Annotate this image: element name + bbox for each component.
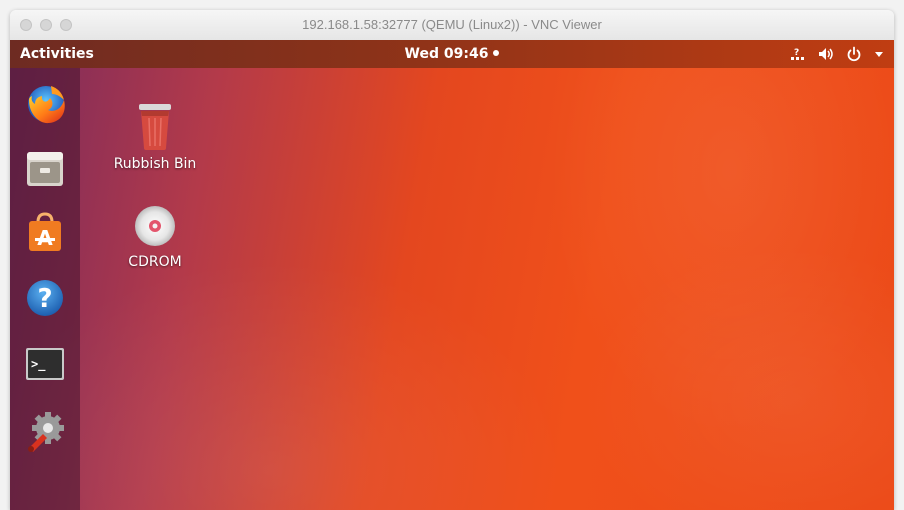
chevron-down-icon[interactable]	[874, 46, 884, 62]
desktop-icon-cdrom[interactable]: CDROM	[105, 202, 205, 270]
window-title: 192.168.1.58:32777 (QEMU (Linux2)) - VNC…	[302, 17, 602, 32]
vnc-title-bar[interactable]: 192.168.1.58:32777 (QEMU (Linux2)) - VNC…	[10, 10, 894, 41]
clock-label: Wed 09:46	[404, 46, 489, 62]
dock-item-software[interactable]: A	[17, 204, 73, 260]
notification-dot-icon	[493, 50, 500, 56]
dock-item-files[interactable]	[17, 140, 73, 196]
power-icon[interactable]	[846, 46, 862, 62]
ubuntu-dock: A ?	[10, 68, 80, 510]
desktop-icon-rubbish-bin[interactable]: Rubbish Bin	[105, 100, 205, 172]
software-icon: A	[29, 212, 61, 251]
desktop-icon-label: CDROM	[128, 254, 182, 270]
desktop-icon-label: Rubbish Bin	[113, 156, 197, 172]
dock-item-help[interactable]: ?	[17, 270, 73, 326]
trash-icon	[139, 104, 171, 150]
terminal-icon: >_	[26, 348, 64, 380]
help-icon: ?	[27, 280, 63, 316]
network-icon[interactable]: ?	[790, 46, 806, 62]
svg-text:?: ?	[37, 284, 52, 314]
svg-text:?: ?	[794, 48, 799, 58]
system-tray[interactable]: ?	[790, 40, 884, 68]
clock-menu[interactable]: Wed 09:46	[10, 40, 894, 68]
dock-item-terminal[interactable]: >_	[17, 336, 73, 392]
gnome-top-bar: Activities Wed 09:46 ?	[10, 40, 894, 68]
vnc-viewer-window: 192.168.1.58:32777 (QEMU (Linux2)) - VNC…	[10, 10, 894, 510]
cdrom-icon	[135, 206, 175, 246]
dock-item-firefox[interactable]	[17, 76, 73, 132]
svg-text:>_: >_	[31, 357, 46, 372]
settings-icon	[28, 412, 64, 452]
volume-icon[interactable]	[818, 46, 834, 62]
ubuntu-desktop[interactable]: Activities Wed 09:46 ? ? >_ Rubbish Bin …	[10, 40, 894, 510]
firefox-icon	[28, 86, 65, 124]
files-icon	[27, 152, 63, 186]
dock-item-settings[interactable]	[17, 402, 73, 458]
